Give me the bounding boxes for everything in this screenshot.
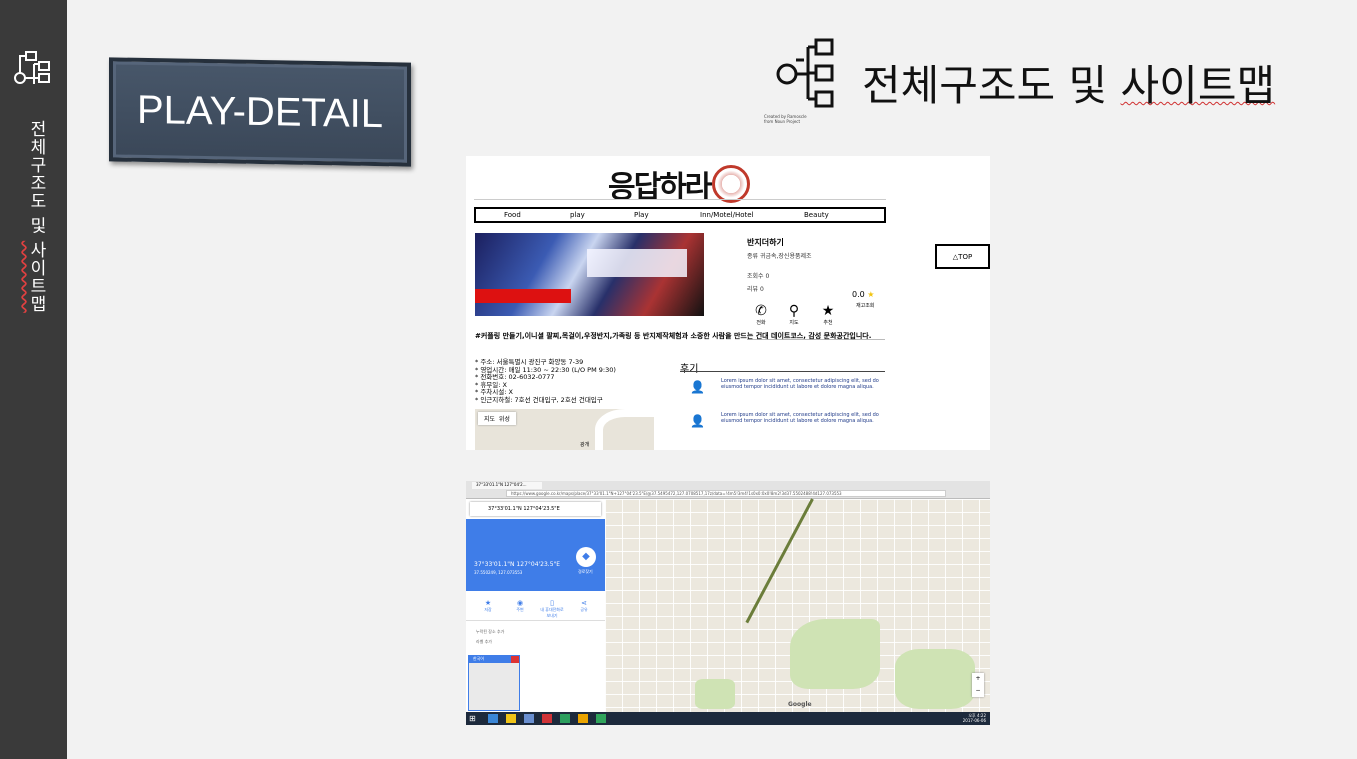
back-to-top-button[interactable]: △TOP (935, 244, 990, 269)
university-seal-icon (712, 165, 750, 203)
windows-taskbar: ⊞ 오후 4:22 2017-06-06 (466, 712, 990, 725)
page-title-plaque: PLAY-DETAIL (109, 57, 411, 167)
user-avatar-icon: 👤 (690, 380, 705, 394)
coordinate-title: 37°33'01.1"N 127°04'23.5"E (474, 561, 561, 568)
map-tab-map[interactable]: 지도 (484, 416, 495, 423)
app-icon[interactable] (524, 714, 534, 723)
stock-check-link[interactable]: 재고조회 (856, 302, 874, 309)
sitemap-icon (776, 38, 834, 108)
system-clock: 오후 4:22 2017-06-06 (962, 713, 986, 723)
rating: 0.0 ★ (852, 290, 875, 299)
play-detail-page-screenshot: 응답하라 Food play Play Inn/Motel/Hotel Beau… (466, 156, 990, 450)
send-to-phone-button[interactable]: ▯ 내 휴대전화로 보내기 (538, 599, 566, 619)
browser-tab[interactable]: 37°33'01.1"N 127°04'2... (472, 482, 542, 489)
app-icon[interactable] (542, 714, 552, 723)
directions-label: 경로찾기 (578, 569, 593, 574)
phone-icon: ▯ (550, 599, 554, 607)
review-text: Lorem ipsum dolor sit amet, consectetur … (721, 412, 879, 424)
place-name: 반지더하기 (747, 238, 784, 247)
place-description: #커플링 만들기,이니셜 팔찌,목걸이,우정반지,가족링 등 반지제작체험과 소… (475, 332, 872, 340)
chrome-icon[interactable] (596, 714, 606, 723)
place-photo (475, 233, 704, 316)
app-icon[interactable] (560, 714, 570, 723)
google-logo: Google (788, 701, 812, 708)
view-count: 조회수 0 (747, 273, 770, 280)
call-button[interactable]: ✆ 전화 (749, 303, 773, 326)
map-canvas[interactable] (605, 499, 990, 712)
category-nav: Food play Play Inn/Motel/Hotel Beauty (474, 207, 886, 223)
embedded-map[interactable]: 지도 위성 광개 (475, 409, 654, 450)
review-count: 리뷰 0 (747, 286, 764, 293)
icon-credit: Created by Ramoscle from Noun Project (764, 114, 807, 124)
windows-start-icon[interactable]: ⊞ (469, 714, 476, 723)
kakaotalk-icon[interactable] (506, 714, 516, 723)
nav-item-inn[interactable]: Inn/Motel/Hotel (700, 211, 754, 219)
language-dialog[interactable]: 한국어 (468, 655, 520, 711)
page-title: PLAY-DETAIL (136, 87, 384, 136)
user-avatar-icon: 👤 (690, 414, 705, 428)
nav-item-beauty[interactable]: Beauty (804, 211, 829, 219)
section-title: 전체구조도 및 사이트맵 (862, 61, 1276, 110)
header-divider (474, 199, 886, 200)
nav-item-food[interactable]: Food (504, 211, 521, 219)
phone-icon: ✆ (755, 303, 767, 319)
left-sidebar: 전체구조도 및 사이트맵 (0, 0, 67, 759)
place-details: * 주소: 서울특별시 광진구 화양동 7-39 * 영업시간: 매일 11:3… (475, 358, 616, 404)
nav-item-play[interactable]: play (570, 211, 585, 219)
ie-icon[interactable] (488, 714, 498, 723)
place-kind: 종류 귀금속,장신용품제조 (747, 253, 812, 260)
map-pin-icon: ⚲ (788, 303, 800, 319)
folder-icon[interactable] (578, 714, 588, 723)
location-header: 37°33'01.1"N 127°04'23.5"E 37.550249, 12… (466, 519, 605, 591)
address-bar[interactable]: https://www.google.co.kr/maps/place/37°3… (506, 490, 946, 497)
side-section-title: 전체구조도 및 사이트맵 (26, 120, 46, 313)
google-maps-screenshot: 37°33'01.1"N 127°04'2... https://www.goo… (466, 481, 990, 725)
review-heading: 후기 (680, 364, 699, 375)
share-button[interactable]: ⋖ 공유 (570, 599, 598, 613)
map-button[interactable]: ⚲ 지도 (782, 303, 806, 326)
review-divider (680, 371, 885, 372)
bookmark-icon: ★ (484, 599, 492, 607)
save-button[interactable]: ★ 저장 (474, 599, 502, 613)
nearby-button[interactable]: ◉ 주변 (506, 599, 534, 613)
directions-icon[interactable]: ◆ (576, 547, 596, 567)
add-label-link[interactable]: 라벨 추가 (476, 639, 492, 645)
nav-item-play-alt[interactable]: Play (634, 211, 649, 219)
share-icon: ⋖ (581, 599, 587, 607)
coordinate-decimal: 37.550249, 127.073553 (474, 570, 523, 575)
review-text: Lorem ipsum dolor sit amet, consectetur … (721, 378, 879, 390)
recommend-button[interactable]: ★ 추천 (816, 303, 840, 326)
panel-divider (466, 620, 605, 621)
star-icon: ★ (821, 303, 835, 319)
sitemap-icon (14, 51, 50, 84)
nearby-icon: ◉ (516, 599, 524, 607)
add-missing-place-link[interactable]: 누락된 장소 추가 (476, 629, 504, 635)
browser-chrome: 37°33'01.1"N 127°04'2... https://www.goo… (466, 481, 990, 499)
close-icon[interactable] (511, 656, 519, 663)
maps-search-input[interactable]: 37°33'01.1"N 127°04'23.5"E (470, 502, 601, 516)
map-tab-satellite[interactable]: 위성 (499, 416, 510, 423)
map-label: 광개 (580, 442, 590, 448)
star-icon: ★ (867, 290, 875, 299)
zoom-control[interactable]: + − (972, 673, 984, 697)
